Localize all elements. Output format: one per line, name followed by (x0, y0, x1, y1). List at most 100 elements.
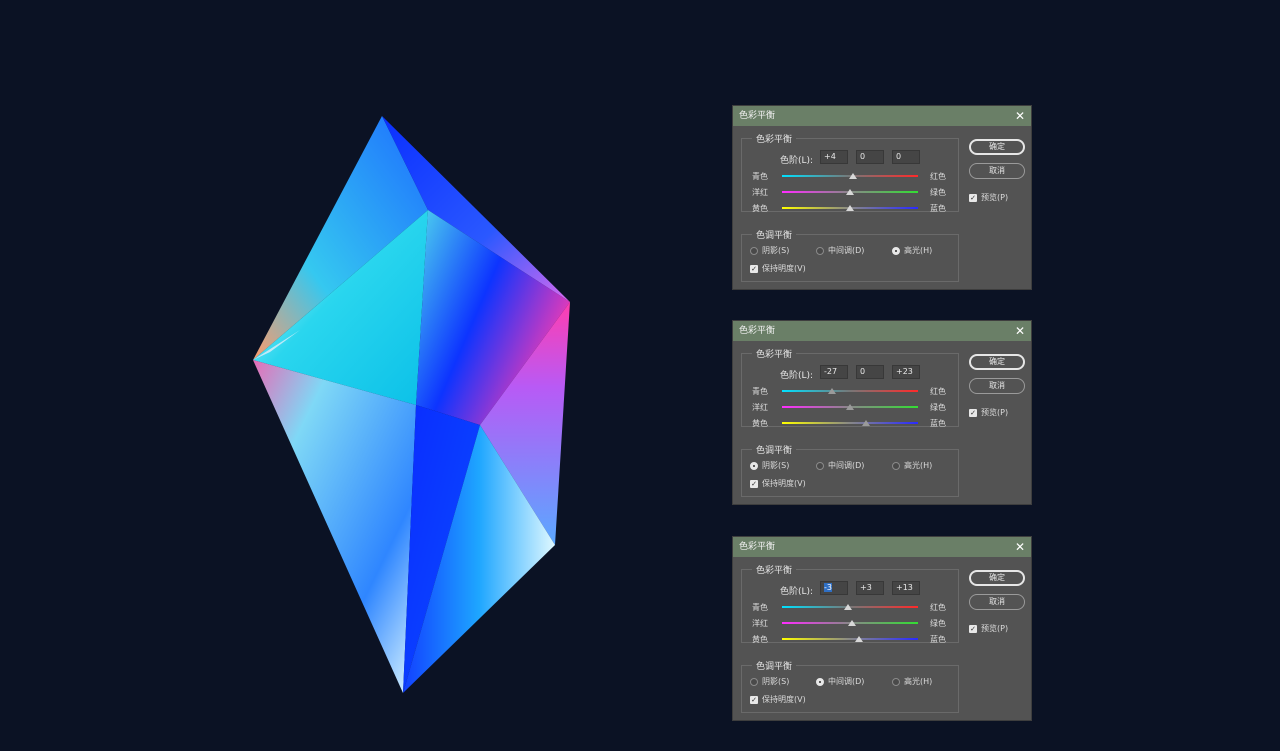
radio-label: 中间调(D) (828, 246, 865, 255)
radio-midtones[interactable] (816, 247, 824, 255)
crystal-facet (253, 360, 416, 693)
slider-thumb[interactable] (846, 404, 854, 410)
ok-button[interactable]: 确定 (969, 354, 1025, 370)
tone-balance-group: 色调平衡 阴影(S) 中间调(D) 高光(H) ✓ 保持明度(V) (741, 659, 959, 713)
dialog-titlebar[interactable]: 色彩平衡 ✕ (733, 537, 1031, 557)
preserve-luminosity-checkbox[interactable]: ✓ (750, 265, 758, 273)
radio-label: 阴影(S) (762, 677, 790, 686)
radio-shadows[interactable] (750, 247, 758, 255)
slider-right-label: 红色 (930, 172, 946, 181)
levels-label: 色阶(L): (780, 156, 814, 166)
radio-label: 阴影(S) (762, 461, 790, 470)
radio-shadows[interactable] (750, 462, 758, 470)
yellow-blue-slider[interactable] (782, 205, 918, 211)
slider-right-label: 绿色 (930, 188, 946, 197)
yellow-blue-slider[interactable] (782, 420, 918, 426)
radio-label: 中间调(D) (828, 461, 865, 470)
close-icon[interactable]: ✕ (1015, 537, 1025, 557)
slider-left-label: 青色 (752, 387, 768, 396)
color-balance-group: 色彩平衡 色阶(L): +4 0 0 青色 红色 洋红 绿色 黄色 蓝色 (741, 132, 959, 213)
cyan-red-slider[interactable] (782, 173, 918, 179)
radio-midtones[interactable] (816, 678, 824, 686)
radio-label: 高光(H) (904, 677, 933, 686)
color-balance-group: 色彩平衡 色阶(L): -27 0 +23 青色 红色 洋红 绿色 黄色 蓝色 (741, 347, 959, 428)
dialog-titlebar[interactable]: 色彩平衡 ✕ (733, 321, 1031, 341)
slider-right-label: 红色 (930, 603, 946, 612)
radio-label: 高光(H) (904, 461, 933, 470)
dialog-title: 色彩平衡 (739, 111, 776, 121)
radio-highlights[interactable] (892, 247, 900, 255)
ok-button[interactable]: 确定 (969, 570, 1025, 586)
slider-thumb[interactable] (846, 205, 854, 211)
level-input-magenta-green[interactable]: 0 (856, 150, 884, 164)
radio-shadows[interactable] (750, 678, 758, 686)
color-balance-dialog-1: 色彩平衡 ✕ 色彩平衡 色阶(L): +4 0 0 青色 红色 洋红 绿色 黄色… (732, 105, 1032, 290)
level-input-cyan-red[interactable]: -27 (820, 365, 848, 379)
slider-thumb[interactable] (854, 636, 863, 642)
level-input-magenta-green[interactable]: +3 (856, 581, 884, 595)
tone-balance-group: 色调平衡 阴影(S) 中间调(D) 高光(H) ✓ 保持明度(V) (741, 228, 959, 282)
group-legend: 色调平衡 (752, 659, 797, 672)
yellow-blue-slider[interactable] (782, 636, 918, 642)
preview-label: 预览(P) (981, 408, 1009, 417)
dialog-titlebar[interactable]: 色彩平衡 ✕ (733, 106, 1031, 126)
ok-button[interactable]: 确定 (969, 139, 1025, 155)
radio-highlights[interactable] (892, 678, 900, 686)
magenta-green-slider[interactable] (782, 620, 918, 626)
slider-right-label: 绿色 (930, 619, 946, 628)
level-input-magenta-green[interactable]: 0 (856, 365, 884, 379)
slider-thumb[interactable] (861, 420, 870, 426)
level-input-yellow-blue[interactable]: +23 (892, 365, 920, 379)
preview-checkbox[interactable]: ✓ (969, 625, 977, 633)
levels-label: 色阶(L): (780, 587, 814, 597)
slider-right-label: 蓝色 (930, 204, 946, 213)
close-icon[interactable]: ✕ (1015, 321, 1025, 341)
slider-thumb[interactable] (846, 189, 854, 195)
radio-label: 中间调(D) (828, 677, 865, 686)
preserve-luminosity-label: 保持明度(V) (762, 479, 806, 488)
preserve-luminosity-label: 保持明度(V) (762, 695, 806, 704)
dialog-title: 色彩平衡 (739, 542, 776, 552)
selected-text: -3 (824, 583, 832, 592)
tone-balance-group: 色调平衡 阴影(S) 中间调(D) 高光(H) ✓ 保持明度(V) (741, 443, 959, 497)
slider-right-label: 红色 (930, 387, 946, 396)
group-legend: 色彩平衡 (752, 347, 797, 360)
slider-thumb[interactable] (848, 620, 857, 626)
slider-thumb[interactable] (827, 388, 836, 394)
level-input-yellow-blue[interactable]: +13 (892, 581, 920, 595)
cancel-button[interactable]: 取消 (969, 163, 1025, 179)
magenta-green-slider[interactable] (782, 404, 918, 410)
color-balance-dialog-2: 色彩平衡 ✕ 色彩平衡 色阶(L): -27 0 +23 青色 红色 洋红 绿色… (732, 320, 1032, 505)
preview-label: 预览(P) (981, 624, 1009, 633)
radio-highlights[interactable] (892, 462, 900, 470)
preview-checkbox[interactable]: ✓ (969, 194, 977, 202)
color-balance-dialog-3: 色彩平衡 ✕ 色彩平衡 色阶(L): -3 +3 +13 青色 红色 洋红 绿色… (732, 536, 1032, 721)
slider-thumb[interactable] (848, 173, 857, 179)
slider-left-label: 黄色 (752, 635, 768, 644)
preserve-luminosity-checkbox[interactable]: ✓ (750, 696, 758, 704)
cyan-red-slider[interactable] (782, 388, 918, 394)
level-input-cyan-red[interactable]: -3 (820, 581, 848, 595)
slider-thumb[interactable] (843, 604, 852, 610)
level-input-cyan-red[interactable]: +4 (820, 150, 848, 164)
group-legend: 色彩平衡 (752, 132, 797, 145)
crystal-illustration (253, 116, 570, 693)
close-icon[interactable]: ✕ (1015, 106, 1025, 126)
cancel-button[interactable]: 取消 (969, 378, 1025, 394)
slider-right-label: 绿色 (930, 403, 946, 412)
color-balance-group: 色彩平衡 色阶(L): -3 +3 +13 青色 红色 洋红 绿色 黄色 蓝色 (741, 563, 959, 644)
cancel-button[interactable]: 取消 (969, 594, 1025, 610)
preserve-luminosity-checkbox[interactable]: ✓ (750, 480, 758, 488)
preview-checkbox[interactable]: ✓ (969, 409, 977, 417)
preview-label: 预览(P) (981, 193, 1009, 202)
group-legend: 色调平衡 (752, 228, 797, 241)
slider-left-label: 黄色 (752, 204, 768, 213)
magenta-green-slider[interactable] (782, 189, 918, 195)
levels-label: 色阶(L): (780, 371, 814, 381)
radio-label: 阴影(S) (762, 246, 790, 255)
level-input-yellow-blue[interactable]: 0 (892, 150, 920, 164)
slider-left-label: 洋红 (752, 403, 768, 412)
cyan-red-slider[interactable] (782, 604, 918, 610)
preserve-luminosity-label: 保持明度(V) (762, 264, 806, 273)
radio-midtones[interactable] (816, 462, 824, 470)
